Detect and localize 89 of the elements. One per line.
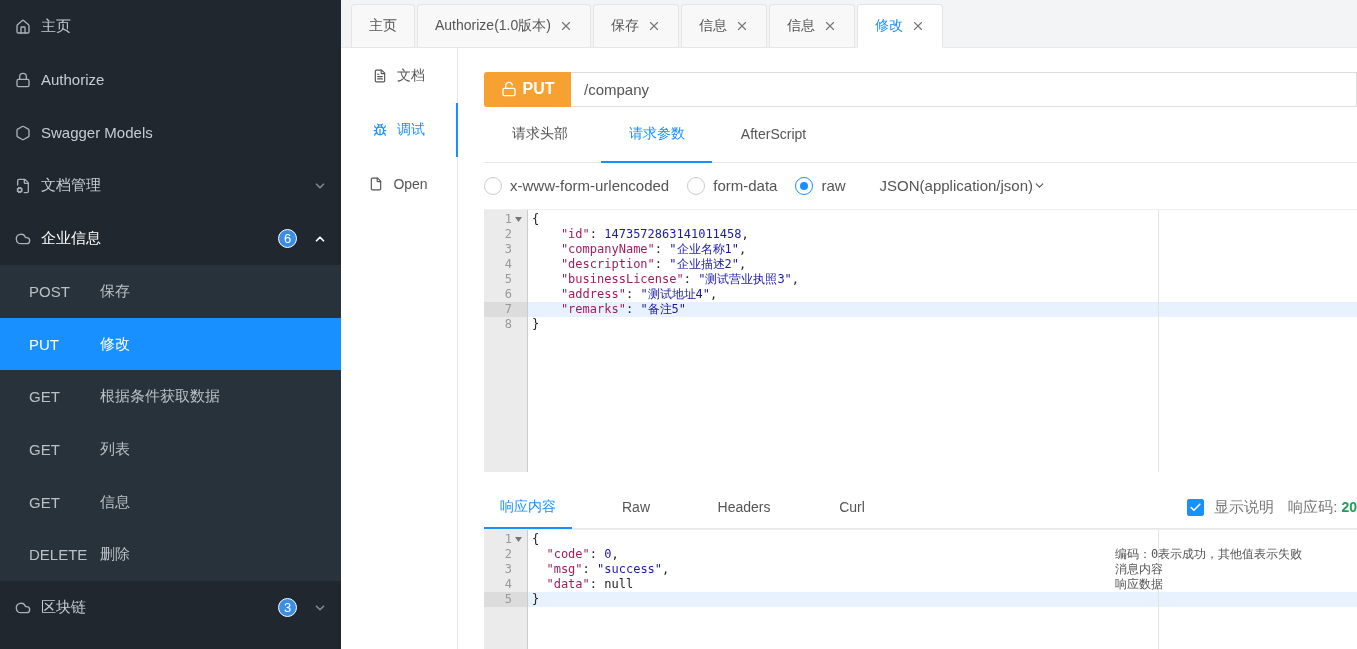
http-method: PUT [29,335,60,353]
line-number: 7 [504,301,512,317]
http-method: DELETE [29,546,89,564]
line-number: 2 [504,226,512,242]
count-badge: 3 [278,598,297,618]
content-type-select[interactable]: JSON(application/json) [879,177,1046,195]
radio-label: form-data [713,177,778,195]
api-name: 修改 [100,334,130,354]
code-editor[interactable]: 1 2 3 4 5 6 7 8 { "id": 1473572863141011458, "companyName": "企业名称1", "description": "企业描述2", "businessLicense": "测试营业执照3", "address": "测试地址4", "remarks": "备注5" } [484,208,1357,472]
api-name: 列表 [100,439,130,459]
sidebar-item[interactable]: 文档管理 [0,159,341,212]
api-menu-item[interactable]: GET 信息 [0,475,341,529]
checkbox[interactable] [1187,498,1205,516]
sidebar-item[interactable]: Authorize [0,53,341,106]
radio-label: x-www-form-urlencoded [510,177,670,195]
sidebar-item[interactable]: 区块链 3 [0,581,341,635]
code-line: { [532,211,540,227]
line-number: 5 [504,271,512,287]
sidebar-item[interactable]: 企业信息 6 [0,212,341,265]
field-note: 编码：0表示成功，其他值表示失败 [1115,547,1303,563]
line-number: 5 [504,592,512,608]
api-menu-item[interactable]: GET 列表 [0,423,341,476]
line-number: 1 [504,211,512,227]
api-name: 删除 [100,545,130,565]
page-tab[interactable]: Authorize(1.0版本) [417,4,591,48]
code-line: { [532,532,540,548]
code-line: "businessLicense": "测试营业执照3", [559,271,800,287]
field-note: 响应数据 [1115,577,1163,593]
lock-icon [15,71,31,88]
page-tab[interactable]: 保存 [592,4,679,48]
http-method: GET [29,388,61,406]
count-badge: 6 [278,229,297,248]
code-line: } [532,592,540,608]
file-icon [369,177,384,191]
code-line: "data": null [545,577,634,593]
doc-nav-item[interactable]: 文档 [341,49,458,103]
sidebar-item[interactable]: 主页 [0,0,341,53]
document-icon [372,69,387,83]
checkbox-label: 显示说明 [1214,497,1275,517]
file-gear-icon [15,177,31,194]
code-line: "address": "测试地址4", [559,286,718,302]
url-field[interactable]: /company [571,72,1357,107]
field-note: 消息内容 [1115,562,1163,578]
http-method: POST [29,282,71,300]
line-number: 4 [504,577,512,593]
code-line: "remarks": "备注5" [559,301,687,317]
page-tab[interactable]: 主页 [351,4,415,48]
line-number: 1 [504,532,512,548]
code-line: "msg": "success", [545,562,670,578]
line-number: 6 [504,286,512,302]
line-number: 3 [504,241,512,257]
api-name: 保存 [100,281,130,301]
param-tab[interactable]: 请求头部 [484,106,595,163]
page-tab[interactable]: 信息 [680,4,767,48]
method-tag: PUT [484,72,571,107]
response-tab[interactable]: Headers [700,485,788,530]
response-tab[interactable]: Curl [808,485,896,530]
unlock-icon [500,81,517,98]
api-name: 根据条件获取数据 [100,387,220,407]
api-menu-item[interactable]: POST 保存 [0,265,341,318]
http-method: GET [29,440,61,458]
status-label: 响应码: [1288,497,1338,517]
hexagon-icon [15,124,31,141]
line-number: 3 [504,562,512,578]
http-method: GET [29,493,61,511]
api-menu-item[interactable]: GET 根据条件获取数据 [0,370,341,424]
code-line: "id": 1473572863141011458, [559,226,749,242]
api-menu-item[interactable]: DELETE 删除 [0,528,341,582]
bug-icon [372,123,387,137]
check-icon [1189,500,1203,514]
code-editor[interactable]: 1 2 3 4 5 { "code": 0, 编码：0表示成功，其他值表示失败 "msg": "success", 消息内容 "data": null 响应数据 } [484,529,1357,649]
response-tab[interactable]: Raw [592,485,680,530]
param-tab[interactable]: AfterScript [718,106,829,163]
api-name: 信息 [100,492,130,512]
doc-nav-item[interactable]: Open [341,157,458,211]
line-number: 4 [504,256,512,272]
radio-label: raw [821,177,846,195]
code-line: "description": "企业描述2", [559,256,747,272]
status-code: 20 [1341,499,1357,515]
line-number: 8 [504,316,512,332]
fold-arrow-icon[interactable] [515,216,522,222]
code-line: "companyName": "企业名称1", [559,241,747,257]
line-number: 2 [504,547,512,563]
sidebar-item[interactable]: Swagger Models [0,106,341,159]
code-line: "code": 0, [545,547,619,563]
page-tab[interactable]: 信息 [768,4,855,48]
fold-arrow-icon[interactable] [515,537,522,543]
home-icon [15,18,31,35]
code-line: } [532,316,540,332]
